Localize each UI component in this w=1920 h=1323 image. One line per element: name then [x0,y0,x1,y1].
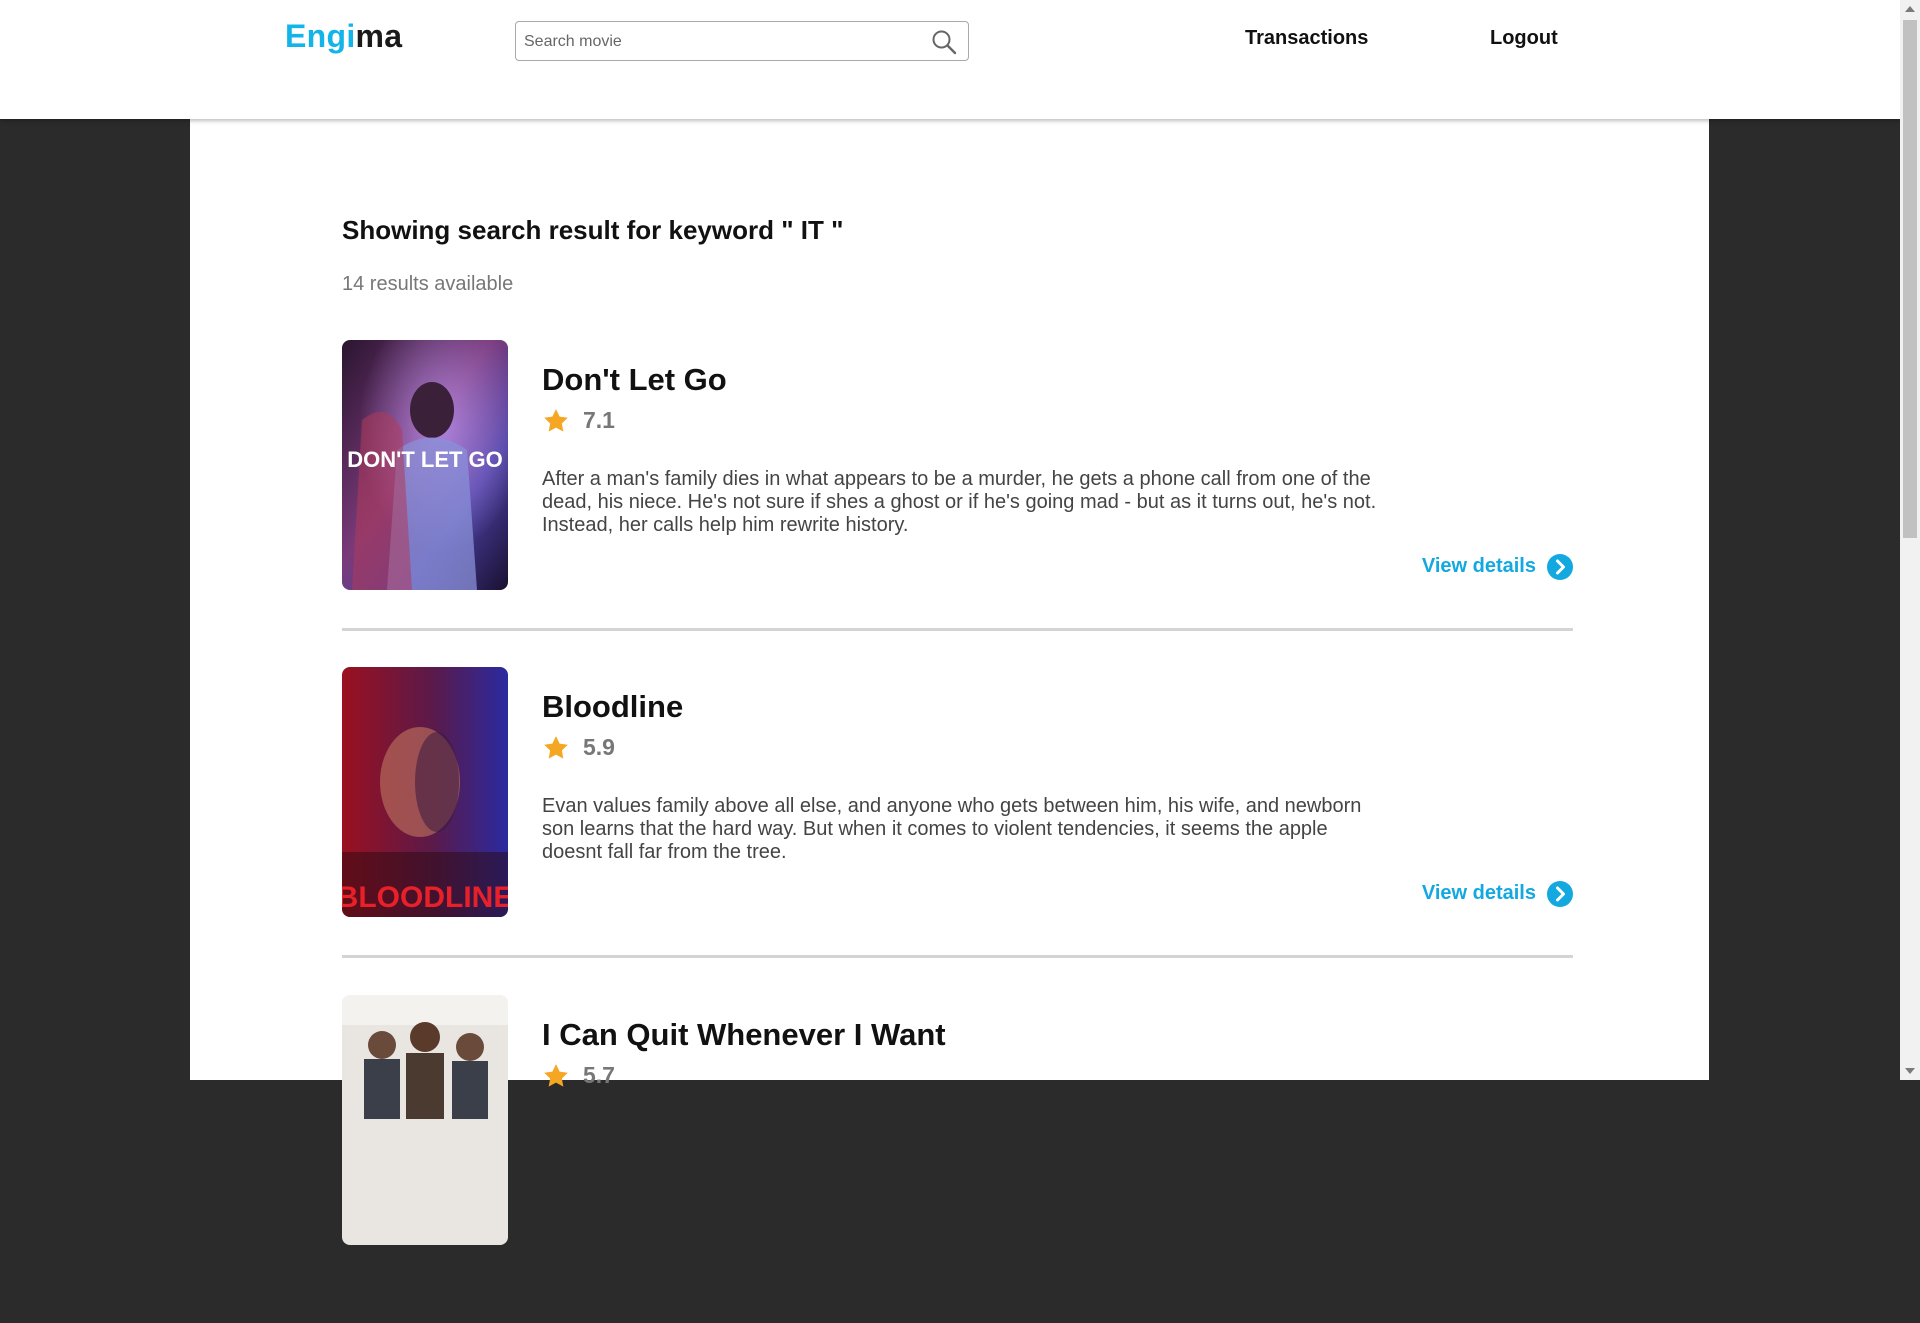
view-details-label: View details [1421,882,1536,904]
page-scrollbar[interactable] [1900,0,1920,1080]
chevron-right-icon [1547,554,1573,580]
nav-logout-link[interactable]: Logout [1490,27,1558,50]
star-icon [544,409,568,432]
scroll-down-arrow[interactable] [1905,1068,1915,1074]
star-icon [544,1064,568,1087]
poster-image: DON'T LET GO [342,340,508,590]
movie-poster[interactable]: DON'T LET GO [342,340,508,590]
movie-item: BLOODLINE Bloodline 5.9 Evan values fami… [342,667,1573,995]
divider [342,628,1573,631]
logo-rest: ma [355,18,403,54]
star-icon [544,736,568,759]
search-icon[interactable] [930,28,958,56]
poster-image: BLOODLINE [342,667,508,917]
logo[interactable]: Engima [285,18,402,55]
movie-description: Evan values family above all else, and a… [542,795,1362,863]
logo-accent: Engi [285,18,356,54]
top-header: Engima Transactions Logout [0,0,1900,119]
rating-value: 5.7 [583,1062,615,1088]
chevron-right-icon [1547,881,1573,907]
poster-title-text: BLOODLINE [342,881,508,914]
rating-value: 5.9 [583,734,615,760]
movie-item: I Can Quit Whenever I Want 5.7 [342,995,1573,1323]
search-box [515,21,969,61]
movie-title[interactable]: Bloodline [542,689,683,725]
results-panel: Showing search result for keyword " IT "… [190,119,1709,1245]
search-input[interactable] [522,28,906,56]
movie-poster[interactable] [342,995,508,1245]
view-details-link[interactable]: View details [1421,881,1573,909]
rating-value: 7.1 [583,407,615,433]
poster-title-text: DON'T LET GO [347,447,503,472]
poster-image [342,995,508,1245]
search-result-heading: Showing search result for keyword " IT " [342,215,844,245]
movie-title[interactable]: I Can Quit Whenever I Want [542,1017,946,1053]
movie-description: After a man's family dies in what appear… [542,468,1377,536]
scroll-thumb[interactable] [1903,20,1917,538]
nav-transactions-link[interactable]: Transactions [1245,27,1368,50]
view-details-label: View details [1421,555,1536,577]
movie-item: DON'T LET GO Don't Let Go 7.1 After a ma… [342,340,1573,668]
divider [342,955,1573,958]
result-count: 14 results available [342,273,514,295]
movie-poster[interactable]: BLOODLINE [342,667,508,917]
scroll-up-arrow[interactable] [1905,6,1915,12]
view-details-link[interactable]: View details [1421,554,1573,582]
movie-title[interactable]: Don't Let Go [542,362,727,398]
